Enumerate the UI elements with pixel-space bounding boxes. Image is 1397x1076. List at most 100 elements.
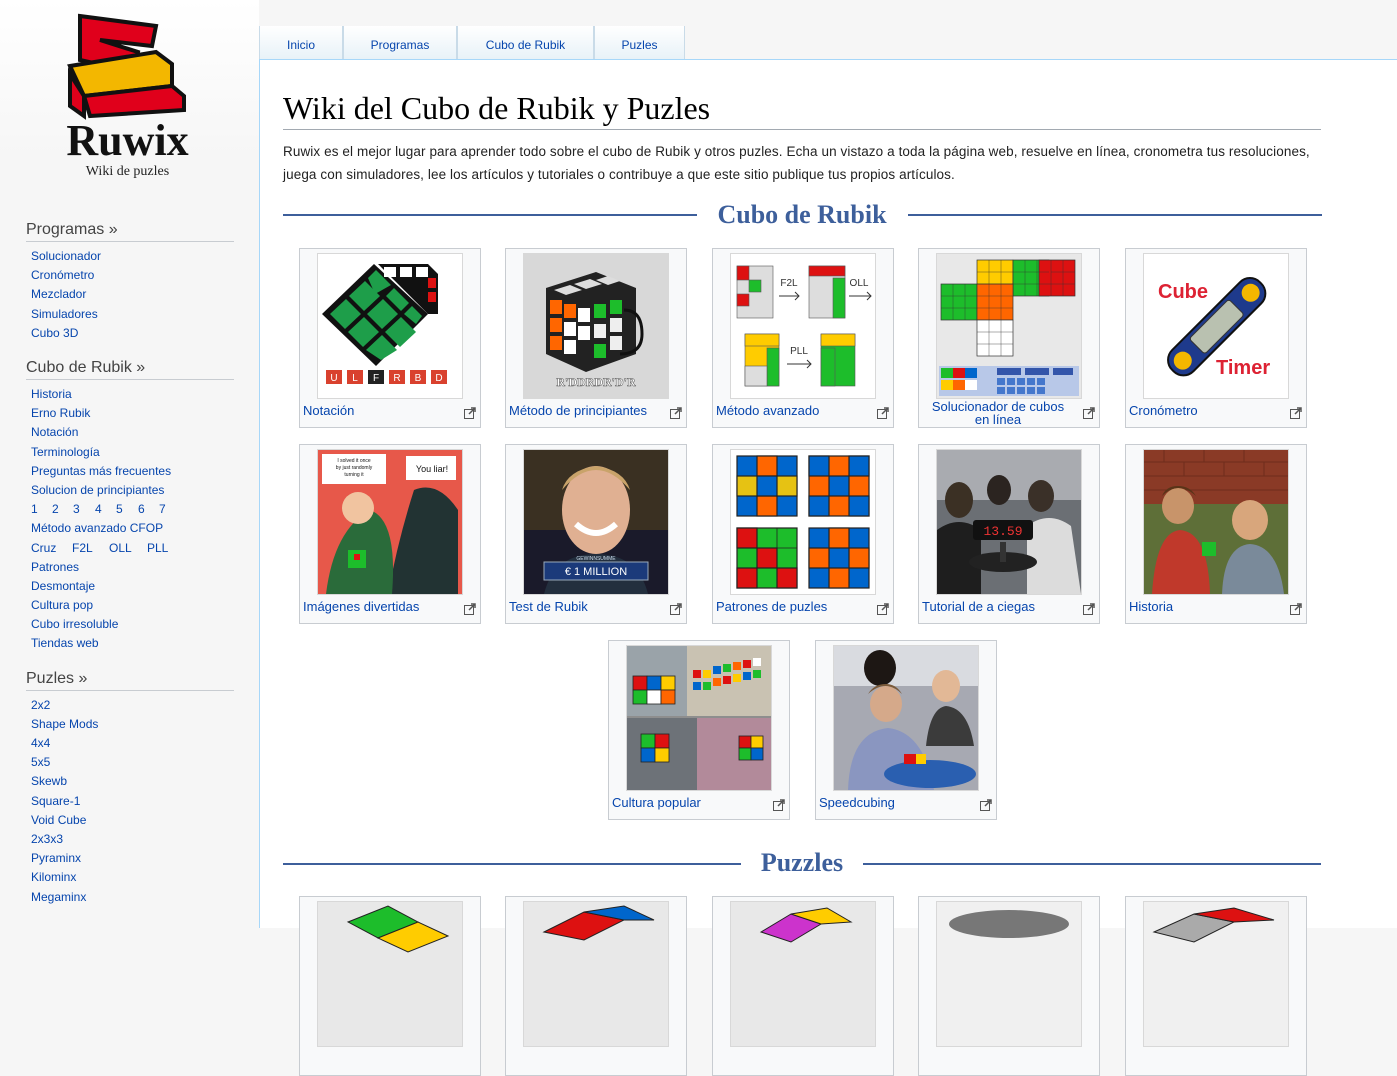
step-link-6[interactable]: 6 [138,502,145,516]
sidebar-item-void-cube[interactable]: Void Cube [31,813,86,827]
external-link-icon[interactable] [980,799,992,811]
sidebar-section-cubo[interactable]: Cubo de Rubik » [26,359,234,380]
external-link-icon[interactable] [1083,407,1095,419]
card-metodo-principiantes[interactable]: R'DDRDR'D'R Método de principiantes [505,248,687,428]
step-link-5[interactable]: 5 [116,502,123,516]
card-caption[interactable]: Historia [1129,600,1279,613]
sidebar-item-erno-rubik[interactable]: Erno Rubik [31,406,90,420]
card-thumbnail[interactable] [936,253,1082,399]
card-caption[interactable]: Imágenes divertidas [303,600,453,613]
card-caption[interactable]: Método de principiantes [509,404,659,417]
cfop-link-pll[interactable]: PLL [147,541,168,555]
cfop-link-cruz[interactable]: Cruz [31,541,56,555]
card-puzzle-partial[interactable] [299,896,481,1076]
sidebar-section-title[interactable]: Programas [26,221,104,238]
card-caption[interactable]: Test de Rubik [509,600,659,613]
card-tutorial-ciegas[interactable]: 13.59 Tutorial de a ciegas [918,444,1100,624]
sidebar-item-historia[interactable]: Historia [31,387,72,401]
step-link-2[interactable]: 2 [52,502,59,516]
card-historia[interactable]: Historia [1125,444,1307,624]
card-puzzle-partial[interactable] [1125,896,1307,1076]
external-link-icon[interactable] [773,799,785,811]
card-thumbnail[interactable] [317,901,463,1047]
tab-puzles[interactable]: Puzles [594,26,685,59]
sidebar-item-shape-mods[interactable]: Shape Mods [31,717,98,731]
card-thumbnail[interactable]: U L F R B D [317,253,463,399]
external-link-icon[interactable] [1290,603,1302,615]
ruwix-logo-icon[interactable] [60,12,190,120]
card-test-de-rubik[interactable]: GEWINNSUMME € 1 MILLION Test de Rubik [505,444,687,624]
card-thumbnail[interactable] [730,901,876,1047]
tab-cubo-de-rubik[interactable]: Cubo de Rubik [457,26,594,59]
sidebar-item-2x3x3[interactable]: 2x3x3 [31,832,63,846]
sidebar-item-cronometro[interactable]: Cronómetro [31,268,94,282]
card-thumbnail[interactable]: F2L OLL PLL [730,253,876,399]
sidebar-item-solucion-principiantes[interactable]: Solucion de principiantes [31,483,164,497]
sidebar-section-title[interactable]: Puzles [26,670,74,687]
card-cultura-popular[interactable]: Cultura popular [608,640,790,820]
step-link-4[interactable]: 4 [95,502,102,516]
cfop-link-f2l[interactable]: F2L [72,541,93,555]
card-speedcubing[interactable]: Speedcubing [815,640,997,820]
card-cronometro[interactable]: Cube Timer Cronómetro [1125,248,1307,428]
sidebar-section-title[interactable]: Cubo de Rubik [26,359,132,376]
external-link-icon[interactable] [877,603,889,615]
card-puzzle-partial[interactable] [505,896,687,1076]
sidebar-item-skewb[interactable]: Skewb [31,774,67,788]
card-thumbnail[interactable] [1143,449,1289,595]
card-thumbnail[interactable]: I solved it once by just randomly turnin… [317,449,463,595]
external-link-icon[interactable] [1083,603,1095,615]
sidebar-item-desmontaje[interactable]: Desmontaje [31,579,95,593]
sidebar-item-cfop[interactable]: Método avanzado CFOP [31,521,163,535]
card-thumbnail[interactable] [626,645,772,791]
sidebar-item-solucionador[interactable]: Solucionador [31,249,101,263]
sidebar-item-4x4[interactable]: 4x4 [31,736,50,750]
card-caption[interactable]: Tutorial de a ciegas [922,600,1072,613]
card-caption[interactable]: Speedcubing [819,796,969,809]
sidebar-item-cubo-irresoluble[interactable]: Cubo irresoluble [31,617,118,631]
card-caption[interactable]: Método avanzado [716,404,866,417]
step-link-7[interactable]: 7 [159,502,166,516]
external-link-icon[interactable] [464,407,476,419]
card-metodo-avanzado[interactable]: F2L OLL PLL Método avanzado [712,248,894,428]
tab-programas[interactable]: Programas [343,26,457,59]
sidebar-item-pyraminx[interactable]: Pyraminx [31,851,81,865]
card-puzzle-partial[interactable] [712,896,894,1076]
card-thumbnail[interactable] [833,645,979,791]
sidebar-item-terminologia[interactable]: Terminología [31,445,100,459]
external-link-icon[interactable] [464,603,476,615]
external-link-icon[interactable] [877,407,889,419]
external-link-icon[interactable] [670,407,682,419]
sidebar-item-megaminx[interactable]: Megaminx [31,890,86,904]
card-thumbnail[interactable] [523,901,669,1047]
tab-inicio[interactable]: Inicio [259,26,343,59]
sidebar-section-programas[interactable]: Programas » [26,221,234,242]
card-caption[interactable]: Patrones de puzles [716,600,866,613]
cfop-link-oll[interactable]: OLL [109,541,132,555]
step-link-3[interactable]: 3 [73,502,80,516]
sidebar-item-notacion[interactable]: Notación [31,425,78,439]
card-thumbnail[interactable] [1143,901,1289,1047]
sidebar-item-patrones[interactable]: Patrones [31,560,79,574]
card-thumbnail[interactable]: GEWINNSUMME € 1 MILLION [523,449,669,595]
step-link-1[interactable]: 1 [31,502,38,516]
sidebar-item-mezclador[interactable]: Mezclador [31,287,86,301]
sidebar-item-cubo-3d[interactable]: Cubo 3D [31,326,78,340]
card-caption[interactable]: Solucionador de cubos en línea [923,400,1073,426]
card-imagenes-divertidas[interactable]: I solved it once by just randomly turnin… [299,444,481,624]
sidebar-item-kilominx[interactable]: Kilominx [31,870,76,884]
site-name[interactable]: Ruwix [0,115,255,166]
sidebar-item-5x5[interactable]: 5x5 [31,755,50,769]
sidebar-item-simuladores[interactable]: Simuladores [31,307,98,321]
sidebar-item-preguntas[interactable]: Preguntas más frecuentes [31,464,171,478]
external-link-icon[interactable] [1290,407,1302,419]
sidebar-item-cultura-pop[interactable]: Cultura pop [31,598,93,612]
card-patrones[interactable]: Patrones de puzles [712,444,894,624]
card-puzzle-partial[interactable] [918,896,1100,1076]
sidebar-item-square-1[interactable]: Square-1 [31,794,80,808]
external-link-icon[interactable] [670,603,682,615]
card-caption[interactable]: Cultura popular [612,796,762,809]
card-thumbnail[interactable] [730,449,876,595]
card-thumbnail[interactable]: 13.59 [936,449,1082,595]
card-solucionador-online[interactable]: Solucionador de cubos en línea [918,248,1100,428]
